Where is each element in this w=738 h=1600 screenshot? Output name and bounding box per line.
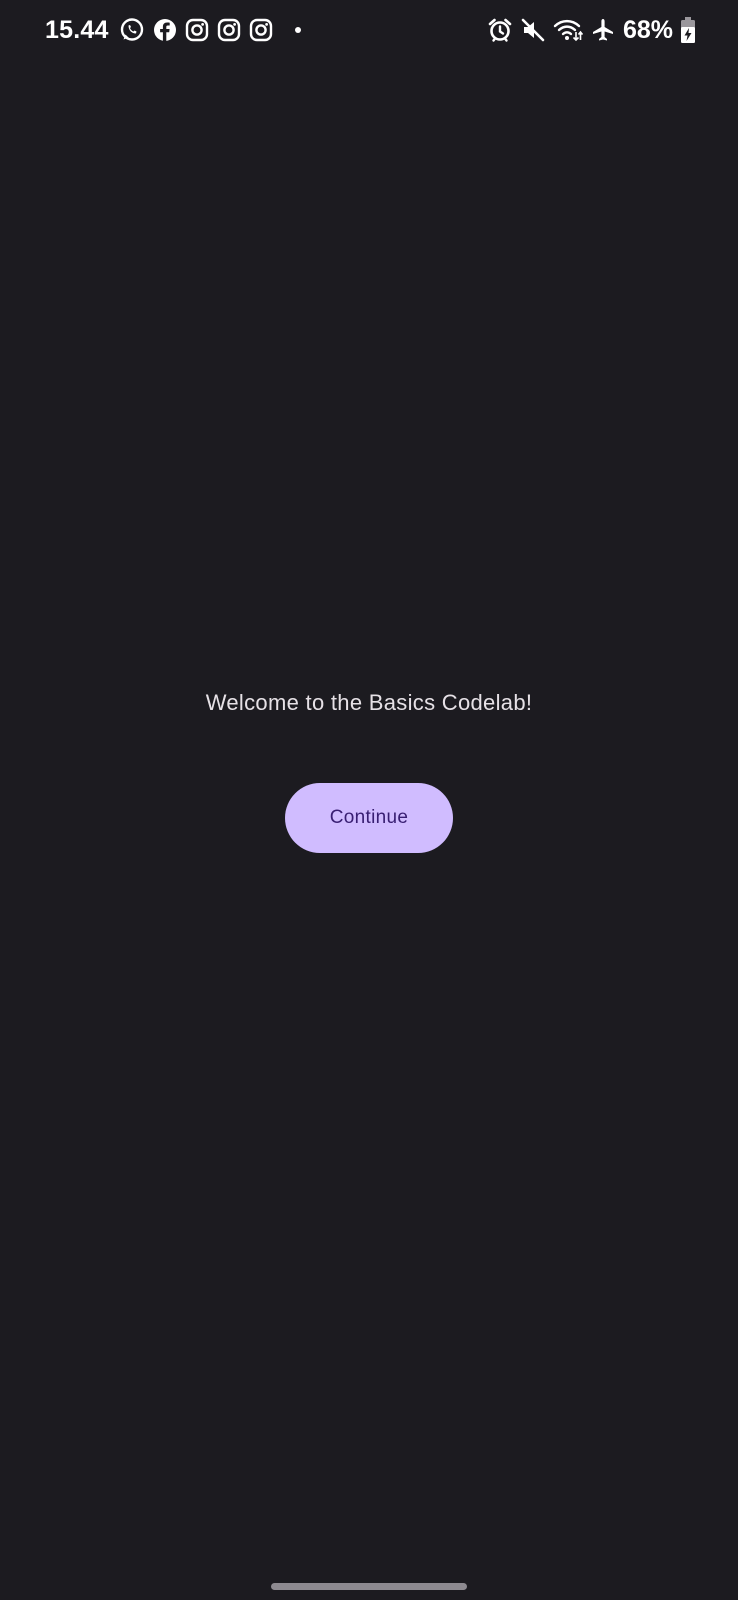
status-time: 15.44 xyxy=(45,15,109,44)
whatsapp-icon xyxy=(119,17,145,43)
battery-percentage: 68% xyxy=(622,15,673,44)
gesture-navigation-handle[interactable] xyxy=(271,1583,467,1590)
status-bar: 15.44 68% xyxy=(0,0,738,60)
status-right: 68% xyxy=(487,13,696,47)
welcome-text: Welcome to the Basics Codelab! xyxy=(205,690,533,715)
instagram-icon xyxy=(185,18,209,42)
continue-button[interactable]: Continue xyxy=(285,783,453,853)
battery-charging-icon xyxy=(680,16,696,44)
app-screen: 15.44 68% Welcome to the Basics Codelab!… xyxy=(0,0,738,1600)
more-notifications-dot-icon xyxy=(294,27,301,33)
airplane-icon xyxy=(590,17,616,43)
main-content: Welcome to the Basics Codelab! xyxy=(0,690,738,716)
wifi-icon xyxy=(553,17,583,43)
instagram-icon xyxy=(217,18,241,42)
status-left: 15.44 xyxy=(45,13,301,47)
instagram-icon xyxy=(249,18,273,42)
alarm-icon xyxy=(487,17,513,43)
mute-icon xyxy=(520,17,546,43)
facebook-icon xyxy=(153,18,177,42)
